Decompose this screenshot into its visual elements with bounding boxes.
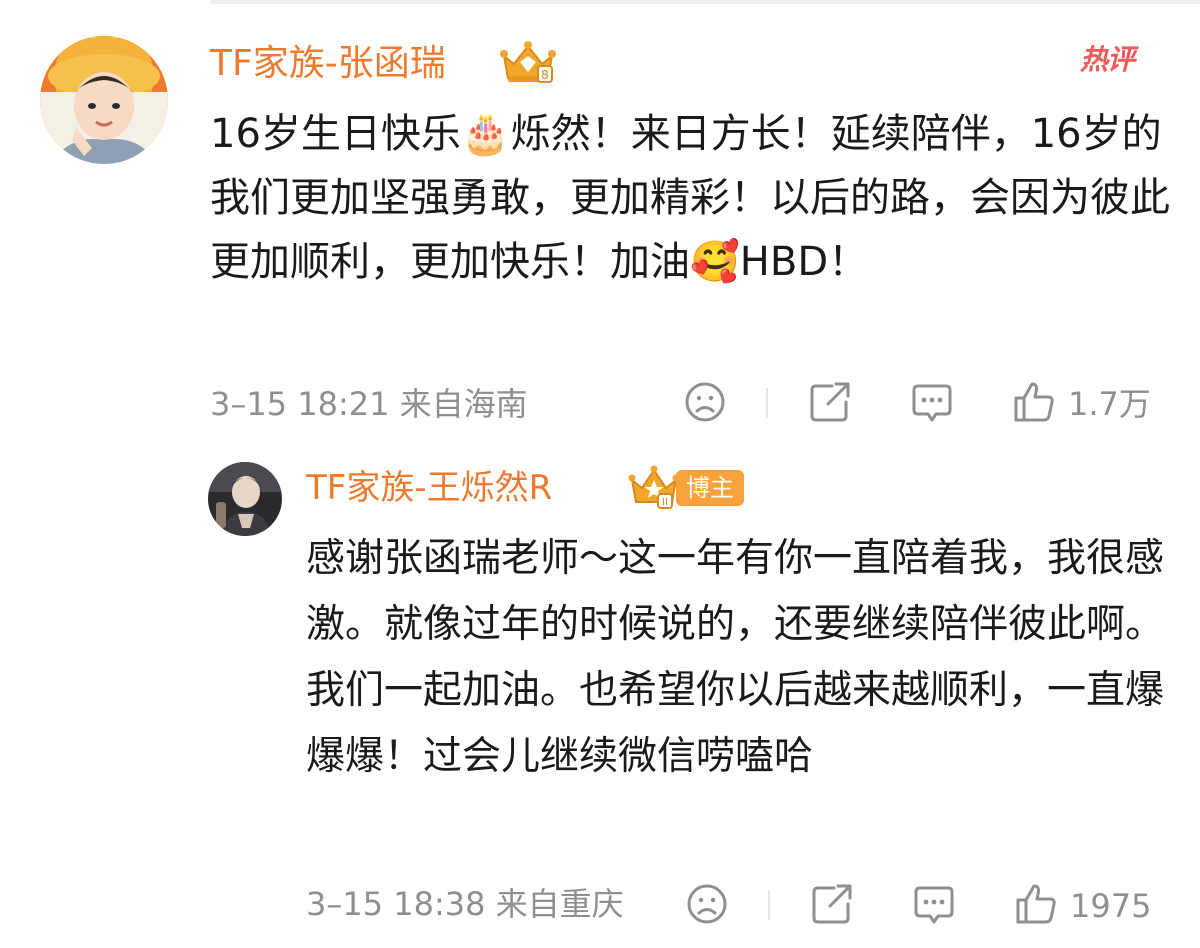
main-comment-avatar[interactable]: [40, 36, 168, 164]
owner-badge: 博主: [676, 470, 744, 506]
main-comment-text: 16岁生日快乐🎂烁然！来日方长！延续陪伴，16岁的我们更加坚强勇敢，更加精彩！以…: [210, 111, 1170, 285]
comment-bubble-icon[interactable]: [910, 380, 954, 424]
sad-face-icon[interactable]: [685, 882, 729, 926]
svg-text:8: 8: [541, 68, 549, 82]
reply-meta: 3–15 18:38 来自重庆: [306, 885, 624, 923]
top-divider: [210, 0, 1200, 4]
reply-username[interactable]: TF家族-王烁然R: [306, 462, 552, 514]
thumbs-up-icon[interactable]: [1014, 882, 1058, 926]
svg-text:II: II: [662, 497, 668, 508]
avatar-photo: [208, 462, 282, 536]
crown-badge-icon[interactable]: 8: [498, 38, 558, 86]
reply-like-count: 1975: [1070, 887, 1152, 925]
reply-text: 感谢张函瑞老师～这一年有你一直陪着我，我很感激。就像过年的时候说的，还要继续陪伴…: [306, 536, 1165, 779]
thumbs-up-icon[interactable]: [1012, 380, 1056, 424]
action-separator: [768, 890, 770, 920]
action-separator: [766, 388, 768, 418]
share-icon[interactable]: [810, 882, 854, 926]
main-comment-like-count: 1.7万: [1068, 385, 1151, 423]
comment-bubble-icon[interactable]: [912, 882, 956, 926]
avatar-photo: [40, 36, 168, 164]
share-icon[interactable]: [808, 380, 852, 424]
reply-avatar[interactable]: [208, 462, 282, 536]
main-comment-meta: 3–15 18:21 来自海南: [210, 385, 528, 423]
main-comment-username[interactable]: TF家族-张函瑞: [210, 38, 446, 90]
crown-badge-icon[interactable]: II: [628, 464, 680, 510]
sad-face-icon[interactable]: [683, 380, 727, 424]
hot-comment-tag: 热评: [1080, 43, 1135, 76]
